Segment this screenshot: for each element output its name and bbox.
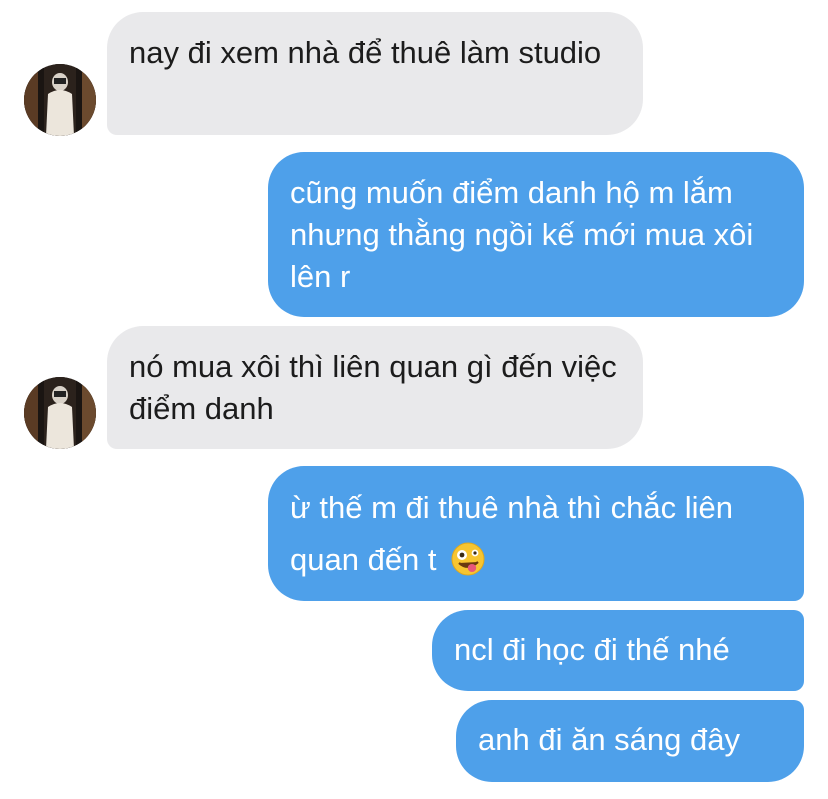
message-text: ừ thế m đi thuê nhà thì chắc liên quan đ… (290, 490, 733, 577)
message-bubble-outgoing[interactable]: ncl đi học đi thế nhé (432, 610, 804, 691)
message-text: nay đi xem nhà để thuê làm studio (129, 35, 602, 70)
message-text: ncl đi học đi thế nhé (454, 632, 730, 667)
contact-avatar[interactable] (24, 377, 96, 449)
message-text: cũng muốn điểm danh hộ m lắm nhưng thằng… (290, 175, 754, 294)
avatar-photo (24, 377, 96, 449)
message-text: nó mua xôi thì liên quan gì đến việc điể… (129, 349, 617, 426)
zany-face-emoji (451, 540, 485, 576)
message-text: anh đi ăn sáng đây (478, 722, 740, 757)
avatar-photo (24, 64, 96, 136)
message-bubble-incoming[interactable]: nó mua xôi thì liên quan gì đến việc điể… (107, 326, 643, 449)
message-bubble-outgoing[interactable]: anh đi ăn sáng đây (456, 700, 804, 782)
message-bubble-outgoing[interactable]: ừ thế m đi thuê nhà thì chắc liên quan đ… (268, 466, 804, 601)
contact-avatar[interactable] (24, 64, 96, 136)
message-bubble-outgoing[interactable]: cũng muốn điểm danh hộ m lắm nhưng thằng… (268, 152, 804, 317)
message-bubble-incoming[interactable]: nay đi xem nhà để thuê làm studio (107, 12, 643, 135)
